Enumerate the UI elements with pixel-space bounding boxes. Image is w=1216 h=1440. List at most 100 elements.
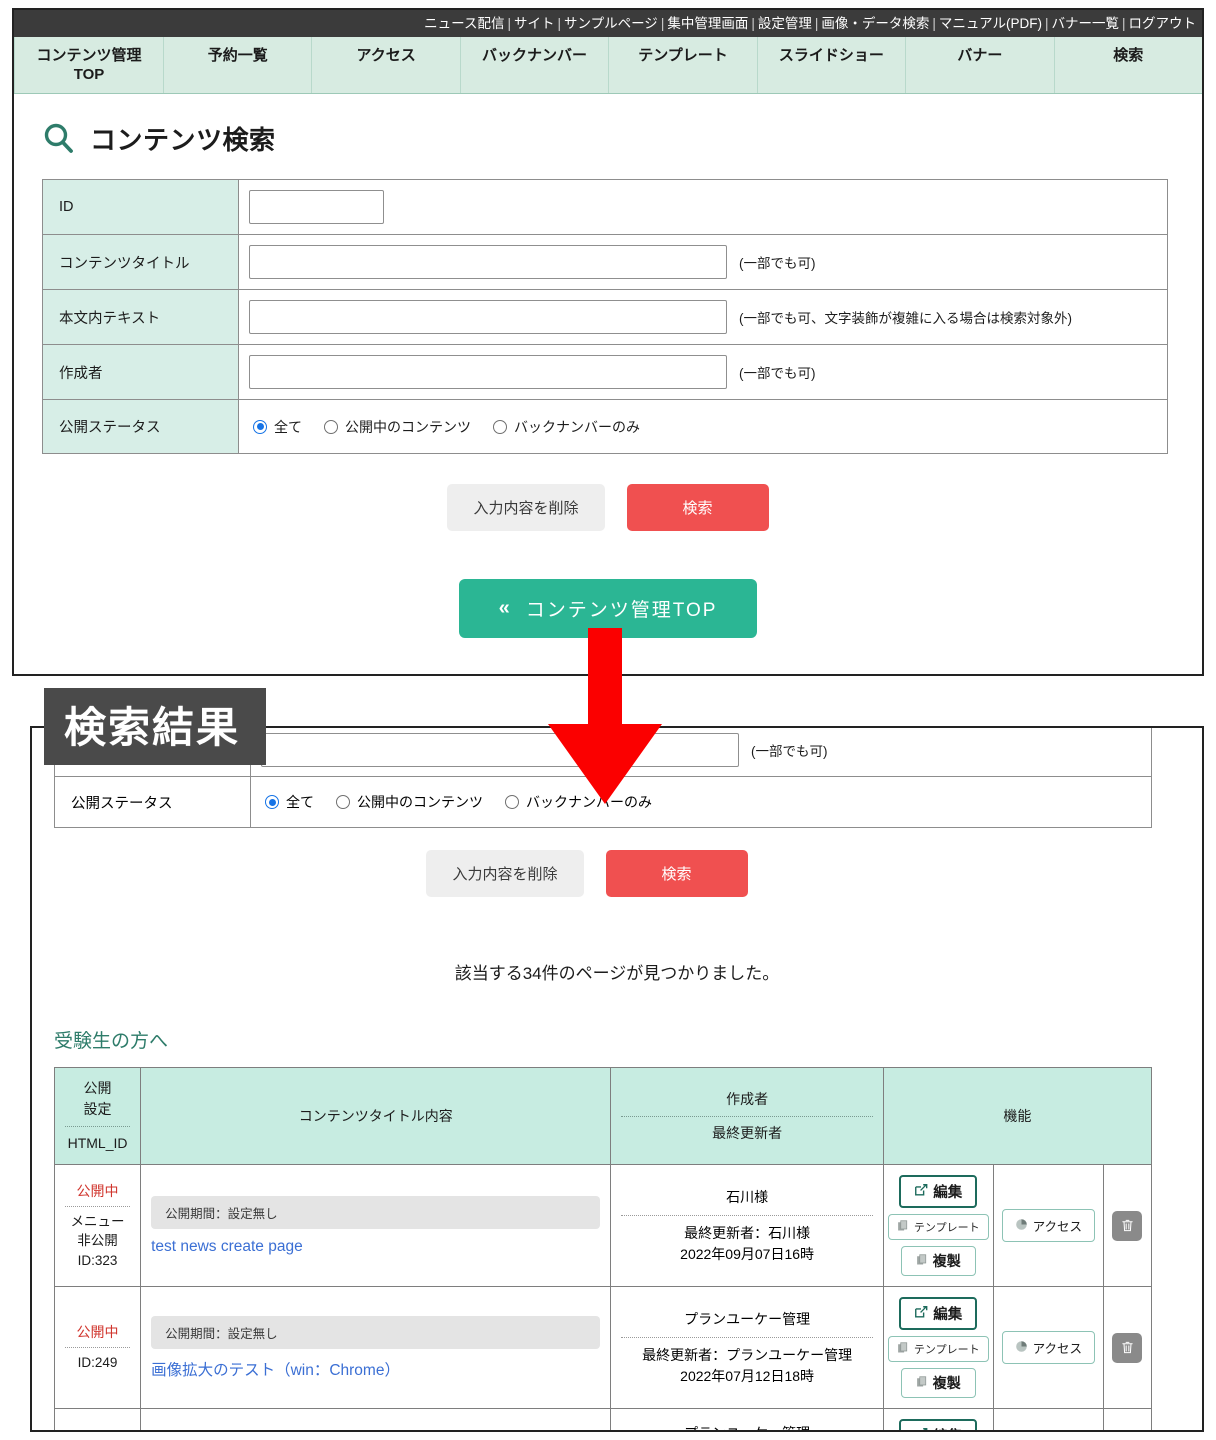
nav-item-slideshow[interactable]: スライドショー	[758, 37, 907, 94]
form-hint-body-text: (一部でも可、文字装飾が複雑に入る場合は検索対象外)	[739, 311, 1073, 327]
edit-button[interactable]: 編集	[899, 1297, 978, 1330]
access-button-label: アクセス	[1032, 1342, 1083, 1356]
duplicate-button[interactable]: 複製	[900, 1368, 976, 1398]
delete-icon[interactable]	[1112, 1332, 1143, 1363]
radio-dot-backnumber-icon	[505, 795, 519, 809]
edit-button[interactable]: 編集	[899, 1175, 978, 1208]
search-form-table: ID コンテンツタイトル (一部でも可) 本文内テキスト (一部でも可、文字装飾…	[42, 179, 1168, 455]
body-text-input[interactable]	[249, 300, 727, 335]
cell-divider	[65, 1347, 131, 1349]
topbar-link-site[interactable]: サイト	[514, 16, 555, 31]
nav-item-reservation-list[interactable]: 予約一覧	[164, 37, 313, 94]
content-title-input[interactable]	[249, 245, 727, 280]
template-button[interactable]: テンプレート	[887, 1214, 989, 1240]
column-header-publish-line1: 公開	[83, 1080, 112, 1096]
row-title-cell: 公開期間：設定無し test news create page	[140, 1164, 612, 1287]
copy-icon	[897, 1219, 909, 1235]
nav-item-search[interactable]: 検索	[1055, 37, 1202, 93]
main-nav: コンテンツ管理 TOP 予約一覧 アクセス バックナンバー テンプレート スライ…	[14, 37, 1202, 95]
row-function-cell-1: 編集 テンプレート 複製	[882, 1286, 994, 1409]
radio-label-published: 公開中のコンテンツ	[345, 418, 471, 435]
topbar-link-image-data-search[interactable]: 画像・データ検索	[821, 16, 929, 31]
edit-icon	[914, 1305, 928, 1323]
clear-input-button[interactable]: 入力内容を削除	[447, 484, 605, 532]
form-label-id: ID	[42, 179, 239, 236]
row-function-cell-3	[1102, 1164, 1153, 1287]
back-to-contents-top-label: コンテンツ管理TOP	[525, 600, 718, 622]
column-header-author-line1: 作成者	[726, 1090, 769, 1107]
nav-item-back-number[interactable]: バックナンバー	[461, 37, 610, 94]
radio-status-all[interactable]: 全て	[253, 417, 302, 437]
radio-dot-published-icon	[324, 419, 338, 434]
topbar-link-settings[interactable]: 設定管理	[758, 16, 812, 31]
row-publish-cell: 公開中 メニュー 非公開 ID:323	[53, 1164, 142, 1287]
form-row-id: ID	[42, 179, 1168, 236]
edit-icon	[914, 1183, 928, 1201]
radio-label-all: 全て	[274, 418, 302, 435]
content-title-link[interactable]: 画像拡大のテスト（win：Chrome）	[151, 1358, 600, 1380]
edit-button-label: 編集	[933, 1307, 963, 1323]
topbar-separator: |	[1121, 16, 1126, 31]
topbar-link-manual-pdf[interactable]: マニュアル(PDF)	[939, 16, 1042, 31]
cell-divider	[621, 1336, 873, 1338]
status-badge: 公開中	[76, 1324, 119, 1341]
column-header-function: 機能	[882, 1067, 1153, 1165]
global-topbar: ニュース配信 | サイト | サンプルページ | 集中管理画面 | 設定管理 | 画像・データ検索 |…	[14, 10, 1202, 37]
duplicate-button-label: 複製	[932, 1253, 961, 1269]
form-label-body-text: 本文内テキスト	[42, 289, 239, 346]
delete-icon[interactable]	[1112, 1210, 1143, 1241]
row-updater-name: 最終更新者：石川様	[684, 1224, 811, 1241]
edit-button[interactable]: 編集	[899, 1419, 978, 1430]
nav-item-contents-top[interactable]: コンテンツ管理 TOP	[14, 37, 164, 94]
row-function-cell-2: アクセス	[992, 1408, 1104, 1430]
topbar-link-sample-page[interactable]: サンプルページ	[564, 16, 658, 31]
form-field-status-cell-repeat: 全て 公開中のコンテンツ バックナンバーのみ	[250, 776, 1152, 828]
page-title: コンテンツ検索	[90, 125, 276, 156]
column-header-publish-line2: 設定	[83, 1101, 112, 1117]
nav-item-banner[interactable]: バナー	[906, 37, 1055, 94]
publish-period-label: 公開期間：設定無し	[151, 1195, 601, 1229]
topbar-link-logout[interactable]: ログアウト	[1129, 16, 1197, 31]
author-input[interactable]	[249, 355, 727, 390]
topbar-link-central-admin[interactable]: 集中管理画面	[667, 16, 748, 31]
content-title-link[interactable]: test news create page	[151, 1238, 600, 1256]
nav-item-access[interactable]: アクセス	[312, 37, 461, 94]
search-button-repeat[interactable]: 検索	[605, 850, 748, 897]
topbar-link-news[interactable]: ニュース配信	[424, 16, 504, 31]
duplicate-button-label: 複製	[932, 1375, 961, 1391]
access-button[interactable]: アクセス	[1001, 1331, 1096, 1364]
copy-icon	[897, 1341, 909, 1357]
row-author-name: 石川様	[726, 1188, 769, 1205]
radio-status-published[interactable]: 公開中のコンテンツ	[324, 417, 471, 437]
table-row: 公開中 メニュー 非公開 ID:323 公開期間：設定無し test news …	[53, 1164, 1153, 1287]
row-author-cell: プランユーケー管理 最終更新者：プランユーケー管理 2022年07月12日18時	[610, 1286, 884, 1409]
form-hint-author: (一部でも可)	[739, 366, 816, 382]
nav-item-template[interactable]: テンプレート	[609, 37, 758, 94]
topbar-separator: |	[660, 16, 665, 31]
form-field-body-text-cell: (一部でも可、文字装飾が複雑に入る場合は検索対象外)	[238, 289, 1168, 346]
results-table: 公開 設定 HTML_ID コンテンツタイトル内容 作成者 最終更新者 機能 公…	[53, 1067, 1153, 1430]
template-button[interactable]: テンプレート	[887, 1336, 989, 1362]
pie-chart-icon	[1015, 1340, 1028, 1356]
publish-status-radio-group: 全て 公開中のコンテンツ バックナンバーのみ	[249, 411, 1167, 443]
result-count-text: 該当する34件のページが見つかりました。	[454, 964, 780, 983]
form-field-status-cell: 全て 公開中のコンテンツ バックナンバーのみ	[238, 399, 1168, 455]
radio-status-backnumber[interactable]: バックナンバーのみ	[493, 417, 640, 437]
column-header-publish-setting: 公開 設定 HTML_ID	[53, 1067, 142, 1165]
row-function-cell-2: アクセス	[992, 1286, 1104, 1409]
row-title-cell: 公開期間：設定無し 画像拡大のテスト（win：Chrome）	[140, 1286, 612, 1409]
duplicate-button[interactable]: 複製	[900, 1246, 976, 1276]
cell-divider	[65, 1205, 131, 1207]
search-button[interactable]: 検索	[626, 484, 769, 532]
access-button[interactable]: アクセス	[1001, 1209, 1096, 1242]
topbar-link-banner-list[interactable]: バナー一覧	[1051, 16, 1119, 31]
row-meta-private: 非公開	[77, 1233, 118, 1249]
column-header-updater: 最終更新者	[712, 1124, 783, 1141]
clear-input-button-repeat[interactable]: 入力内容を削除	[426, 850, 584, 897]
access-button-label: アクセス	[1032, 1220, 1083, 1234]
radio-status-published-repeat[interactable]: 公開中のコンテンツ	[336, 792, 483, 812]
form-field-author-cell: (一部でも可)	[238, 344, 1168, 401]
id-input[interactable]	[249, 190, 384, 225]
radio-status-all-repeat[interactable]: 全て	[265, 792, 314, 812]
status-badge: 公開中	[76, 1182, 119, 1199]
